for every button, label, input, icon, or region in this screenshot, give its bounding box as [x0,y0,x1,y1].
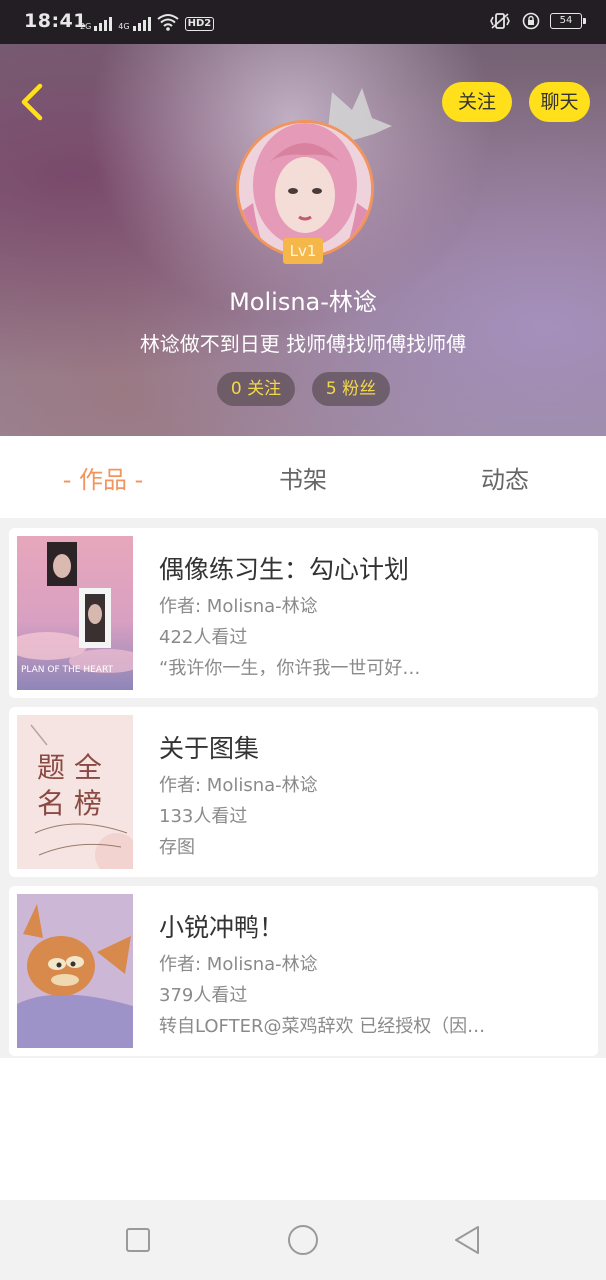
cover-image [17,894,133,1048]
cover-image: PLAN OF THE HEART [17,536,133,690]
hd-voice-icon: HD2 [184,17,215,31]
chat-button[interactable]: 聊天 [529,82,590,122]
work-author: 作者: Molisna-林谂 [159,775,318,796]
network-type-label-2: 4G [118,22,130,31]
work-title: 偶像练习生：勾心计划 [159,555,410,584]
work-views: 379人看过 [159,985,248,1006]
level-badge: Lv1 [283,238,323,264]
status-bar: 18:41 2G 4G HD2 54 [0,0,606,44]
back-arrow-icon[interactable] [14,80,54,124]
work-author: 作者: Molisna-林谂 [159,954,318,975]
list-item[interactable]: PLAN OF THE HEART 偶像练习生：勾心计划 作者: Molisna… [9,528,598,698]
recent-apps-icon[interactable] [120,1222,156,1258]
tab-works[interactable]: - 作品 - [40,460,166,495]
status-time: 18:41 [24,10,87,32]
work-description: “我许你一生，你许我一世可好… [159,658,421,679]
work-author: 作者: Molisna-林谂 [159,596,318,617]
battery-icon: 54 [550,13,586,29]
profile-bio: 林谂做不到日更 找师傅找师傅找师傅 [139,332,467,356]
empty-space [0,1058,606,1200]
wifi-icon [156,14,179,31]
follow-button[interactable]: 关注 [442,82,512,122]
work-description: 存图 [159,837,195,858]
network-type-label: 2G [80,22,92,31]
status-left-icons: 2G 4G HD2 [80,13,215,31]
status-right-icons: 54 [488,12,586,30]
profile-tabs: - 作品 - 书架 动态 [0,436,606,518]
work-description: 转自LOFTER@菜鸡辞欢 已经授权（因… [159,1016,486,1037]
back-triangle-icon[interactable] [450,1222,486,1258]
vibrate-icon [490,13,510,29]
home-icon[interactable] [285,1222,321,1258]
cover-caption: PLAN OF THE HEART [21,665,114,675]
profile-header: 18:41 2G 4G HD2 54 关注 聊天 Lv1 Molisna-林谂 … [0,0,606,436]
signal-icon-2: 4G [118,17,151,31]
tab-bookshelf[interactable]: 书架 [263,460,343,495]
following-count[interactable]: 0 关注 [217,372,295,406]
system-navigation-bar [0,1200,606,1280]
work-title: 小锐冲鸭！ [159,913,285,942]
work-views: 422人看过 [159,627,248,648]
works-list: PLAN OF THE HEART 偶像练习生：勾心计划 作者: Molisna… [0,518,606,1058]
signal-icon: 2G [80,17,113,31]
cover-caption-bottom: 名 榜 [37,787,102,820]
profile-name: Molisna-林谂 [229,288,377,316]
list-item[interactable]: 题 全 名 榜 关于图集 作者: Molisna-林谂 133人看过 存图 [9,707,598,877]
work-views: 133人看过 [159,806,248,827]
fans-count[interactable]: 5 粉丝 [312,372,390,406]
list-item[interactable]: 小锐冲鸭！ 作者: Molisna-林谂 379人看过 转自LOFTER@菜鸡辞… [9,886,598,1056]
cover-caption-top: 题 全 [37,751,102,784]
cover-image: 题 全 名 榜 [17,715,133,869]
rotation-lock-icon [522,12,540,30]
tab-feed[interactable]: 动态 [465,460,545,495]
work-title: 关于图集 [159,734,260,763]
avatar-image [239,123,371,255]
